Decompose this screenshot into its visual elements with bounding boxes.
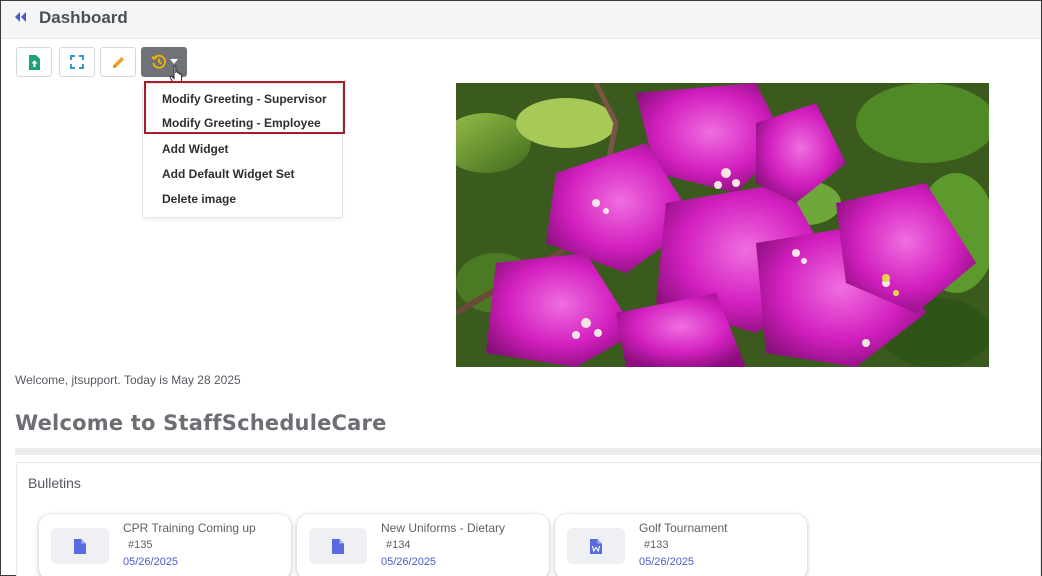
menu-item-modify-greeting-employee[interactable]: Modify Greeting - Employee xyxy=(162,116,321,130)
welcome-text: Welcome, jtsupport. Today is May 28 2025 xyxy=(15,373,241,387)
upload-file-icon xyxy=(29,54,40,70)
bulletin-number: #133 xyxy=(644,539,669,551)
bulletin-title: Golf Tournament xyxy=(639,521,728,535)
history-dropdown-menu: Modify Greeting - Supervisor Modify Gree… xyxy=(142,83,343,218)
greeting-image xyxy=(456,83,989,367)
menu-item-add-widget[interactable]: Add Widget xyxy=(162,142,229,156)
fullscreen-icon xyxy=(70,55,84,69)
menu-item-add-default-widget-set[interactable]: Add Default Widget Set xyxy=(162,167,295,181)
bulletin-date: 05/26/2025 xyxy=(381,556,437,568)
bulletin-number: #135 xyxy=(128,539,153,551)
history-icon xyxy=(150,54,166,69)
fullscreen-button[interactable] xyxy=(59,47,95,77)
double-chevron-left-icon[interactable] xyxy=(11,10,29,28)
bulletin-card[interactable]: CPR Training Coming up #135 05/26/2025 xyxy=(39,514,291,576)
pencil-icon xyxy=(112,56,124,68)
section-divider xyxy=(15,448,1041,455)
edit-button[interactable] xyxy=(100,47,136,77)
bulletin-number: #134 xyxy=(386,539,411,551)
bulletin-card[interactable]: New Uniforms - Dietary #134 05/26/2025 xyxy=(297,514,549,576)
upload-button[interactable] xyxy=(16,47,52,77)
top-bar: Dashboard xyxy=(1,1,1041,39)
menu-item-delete-image[interactable]: Delete image xyxy=(162,192,236,206)
bulletin-date: 05/26/2025 xyxy=(123,556,179,568)
bulletin-title: CPR Training Coming up xyxy=(123,521,256,535)
document-icon xyxy=(332,538,344,554)
page-title: Dashboard xyxy=(39,8,128,27)
bulletin-title: New Uniforms - Dietary xyxy=(381,521,506,535)
word-document-icon xyxy=(590,538,602,554)
bulletin-date: 05/26/2025 xyxy=(639,556,695,568)
document-icon xyxy=(74,538,86,554)
bulletins-title: Bulletins xyxy=(28,475,81,491)
menu-item-modify-greeting-supervisor[interactable]: Modify Greeting - Supervisor xyxy=(162,92,327,106)
bulletins-widget: Bulletins CPR Training Coming up #135 05… xyxy=(16,462,1041,576)
bulletin-card[interactable]: Golf Tournament #133 05/26/2025 xyxy=(555,514,807,576)
hand-cursor-icon xyxy=(169,65,183,85)
welcome-heading: Welcome to StaffScheduleCare xyxy=(15,411,387,435)
